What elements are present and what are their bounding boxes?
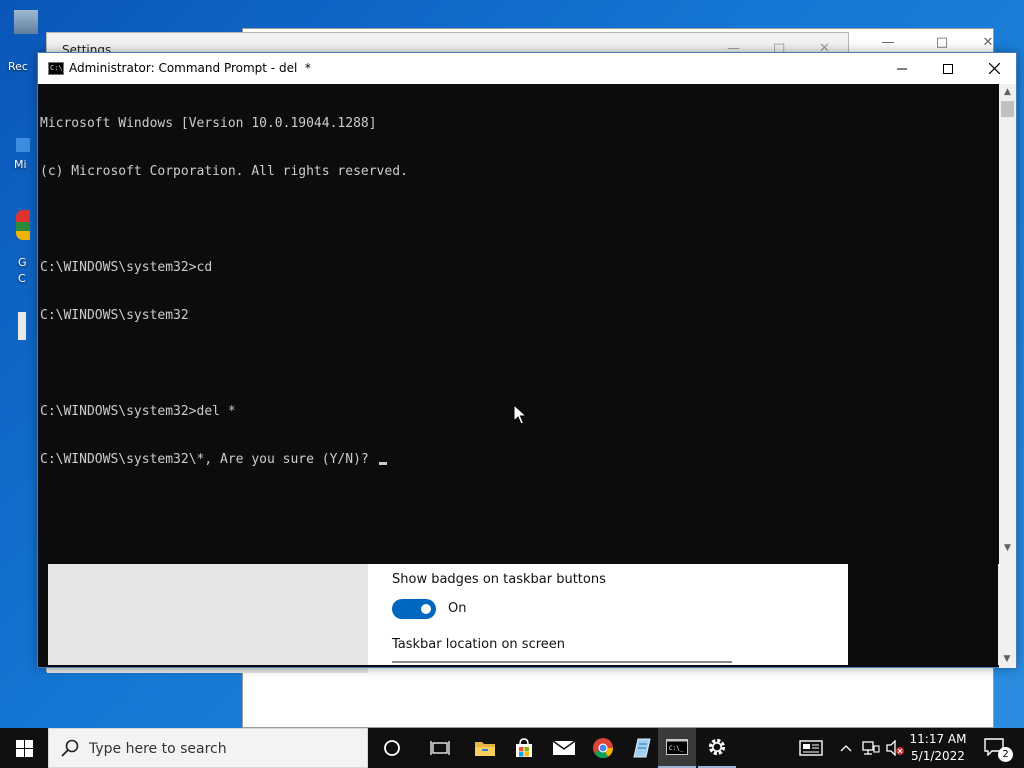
desktop-icon-partial[interactable] (18, 312, 26, 340)
command-prompt-titlebar[interactable]: C:\_ Administrator: Command Prompt - del… (38, 53, 1016, 84)
command-prompt-app-icon: C:\_ (48, 62, 67, 75)
svg-text:C:\_: C:\_ (669, 745, 684, 752)
notepad-icon (633, 738, 651, 758)
minimize-icon[interactable]: — (880, 35, 896, 51)
show-badges-toggle[interactable] (392, 599, 436, 619)
file-explorer-button[interactable] (466, 728, 504, 768)
mail-button[interactable] (545, 728, 583, 768)
network-icon (862, 741, 880, 755)
command-prompt-taskbar-button[interactable]: C:\_ (658, 728, 696, 768)
cortana-button[interactable] (373, 728, 411, 768)
notepad-button[interactable] (622, 728, 660, 768)
edge-icon (16, 138, 30, 152)
news-icon (799, 740, 823, 756)
desktop-icon-label: G (18, 256, 27, 269)
console-prompt-line[interactable]: C:\WINDOWS\system32\*, Are you sure (Y/N… (40, 452, 1000, 468)
console-line: C:\WINDOWS\system32 (40, 308, 189, 323)
chrome-button[interactable] (584, 728, 622, 768)
volume-button[interactable] (884, 728, 906, 768)
toggle-knob (421, 604, 431, 614)
command-prompt-icon: C:\_ (666, 739, 688, 755)
chevron-up-icon (840, 745, 852, 752)
close-icon (988, 63, 1000, 74)
desktop-icon-label: Rec (8, 60, 28, 73)
scroll-up-icon[interactable]: ▲ (999, 84, 1016, 101)
show-hidden-icons-button[interactable] (838, 728, 854, 768)
close-icon[interactable]: ✕ (980, 35, 996, 51)
maximize-icon[interactable]: □ (934, 35, 950, 51)
news-and-interests-button[interactable] (796, 728, 826, 768)
scrollbar-thumb[interactable] (1001, 101, 1014, 117)
settings-icon (708, 738, 726, 756)
volume-muted-icon (886, 740, 904, 756)
action-center-button[interactable]: 2 (980, 728, 1016, 768)
search-icon (61, 739, 79, 757)
mouse-pointer-icon (513, 404, 527, 425)
settings-content-pane-visible: Show badges on taskbar buttons On Taskba… (368, 564, 848, 665)
maximize-button[interactable] (925, 53, 971, 84)
recycle-bin-icon (14, 10, 38, 34)
command-prompt-title: Administrator: Command Prompt - del * (69, 61, 311, 75)
network-button[interactable] (860, 728, 882, 768)
taskbar: Type here to search C:\_ 11:17 AM 5/1/20… (0, 728, 1024, 768)
close-button[interactable] (971, 53, 1017, 84)
mail-icon (552, 740, 576, 755)
show-badges-state: On (448, 601, 467, 616)
settings-nav-pane-visible (48, 564, 368, 665)
desktop-icon-label: Mi (14, 158, 27, 171)
taskbar-location-dropdown[interactable] (392, 661, 732, 665)
task-view-icon (430, 741, 450, 755)
show-badges-label: Show badges on taskbar buttons (392, 572, 606, 587)
clock-date: 5/1/2022 (911, 749, 965, 763)
file-explorer-icon (475, 742, 495, 756)
text-cursor (378, 462, 387, 465)
maximize-icon (943, 63, 953, 74)
clock-time: 11:17 AM (909, 732, 967, 746)
scroll-down-icon[interactable]: ▼ (998, 652, 1016, 666)
settings-taskbar-button[interactable] (698, 728, 736, 768)
console-line: C:\WINDOWS\system32>cd (40, 260, 213, 275)
windows-logo-icon (15, 739, 33, 757)
minimize-button[interactable] (879, 53, 925, 84)
system-clock[interactable]: 11:17 AM 5/1/2022 (906, 731, 970, 765)
scroll-down-icon[interactable]: ▼ (999, 540, 1016, 557)
start-button[interactable] (0, 728, 48, 768)
console-prompt-text: C:\WINDOWS\system32\*, Are you sure (Y/N… (40, 452, 377, 467)
taskbar-search-box[interactable]: Type here to search (48, 728, 368, 768)
search-placeholder: Type here to search (89, 741, 227, 757)
desktop-icon-label: C (18, 272, 26, 285)
chrome-icon (593, 738, 614, 759)
console-line: Microsoft Windows [Version 10.0.19044.12… (40, 116, 377, 131)
microsoft-store-icon (516, 738, 532, 757)
scrollbar-track-lower[interactable] (998, 564, 1016, 665)
chrome-desktop-icon (16, 210, 30, 240)
taskbar-location-label: Taskbar location on screen (392, 637, 566, 652)
microsoft-store-button[interactable] (505, 728, 543, 768)
console-line: (c) Microsoft Corporation. All rights re… (40, 164, 408, 179)
notification-count-badge: 2 (998, 747, 1013, 762)
task-view-button[interactable] (421, 728, 459, 768)
console-output[interactable]: Microsoft Windows [Version 10.0.19044.12… (38, 84, 1000, 564)
minimize-icon (897, 68, 907, 69)
cortana-icon (384, 740, 400, 756)
